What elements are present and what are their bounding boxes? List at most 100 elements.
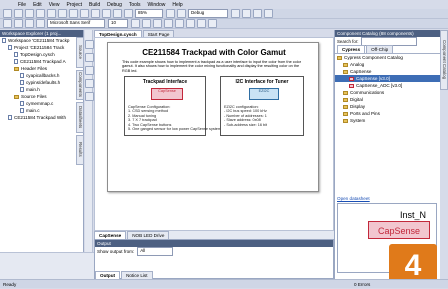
catalog-item[interactable]: System — [335, 117, 440, 124]
catalog-item[interactable]: CapSense [v3.0] — [335, 75, 440, 82]
catalog-item[interactable]: CapSense — [335, 68, 440, 75]
menu-item-edit[interactable]: Edit — [33, 2, 42, 8]
fill-color-icon[interactable] — [197, 19, 206, 28]
component-icon — [349, 76, 354, 81]
catalog-item[interactable]: Display — [335, 103, 440, 110]
schematic-canvas[interactable]: CE211584 Trackpad with Color Gamut This … — [94, 37, 334, 231]
catalog-tab-cypress[interactable]: Cypress — [337, 45, 366, 53]
debug-icon[interactable] — [242, 9, 251, 18]
line-tool-icon[interactable] — [85, 66, 94, 75]
workspace-item[interactable]: Project 'CE211584 Track — [0, 44, 83, 51]
menu-item-debug[interactable]: Debug — [107, 2, 122, 8]
wire-tool-icon[interactable] — [85, 53, 94, 62]
open-datasheet-link[interactable]: Open datasheet — [337, 196, 370, 201]
output-tab-output[interactable]: Output — [95, 271, 121, 279]
output-tab-notice-list[interactable]: Notice List — [121, 271, 153, 279]
pointer-tool-icon[interactable] — [85, 40, 94, 49]
menu-item-file[interactable]: File — [18, 2, 26, 8]
workspace-item[interactable]: Source Files — [0, 93, 83, 100]
open-icon[interactable] — [14, 9, 23, 18]
menu-item-tools[interactable]: Tools — [129, 2, 141, 8]
output-filter-row: Show output from: All — [95, 247, 333, 256]
side-tab-datasheets[interactable]: Datasheets — [76, 102, 84, 133]
side-tab-results[interactable]: Results — [76, 134, 84, 165]
save-all-icon[interactable] — [36, 9, 45, 18]
undo-icon[interactable] — [91, 9, 100, 18]
align-left-icon[interactable] — [164, 19, 173, 28]
schematic-title: CE211584 Trackpad with Color Gamut — [142, 48, 286, 57]
workspace-item[interactable]: Header Files — [0, 65, 83, 72]
workspace-item[interactable]: cymemmap.c — [0, 100, 83, 107]
text-tool-icon[interactable] — [85, 92, 94, 101]
show-output-select[interactable]: All — [137, 247, 174, 256]
zoom-select[interactable]: 85% — [135, 9, 163, 18]
i2c-interface-box: I2C Interface for Tuner EZI2C EZI2C conf… — [220, 76, 304, 136]
search-icon[interactable] — [113, 9, 122, 18]
page-tab-nob-led-drive[interactable]: NOB LED Drive — [127, 231, 170, 239]
catalog-side-tab[interactable]: Component Catalog — [440, 30, 448, 90]
save-icon[interactable] — [25, 9, 34, 18]
menu-item-window[interactable]: Window — [148, 2, 166, 8]
status-bar: Ready 0 Errors — [0, 279, 448, 288]
workspace-item[interactable]: TopDesign.cysch — [0, 51, 83, 58]
catalog-item[interactable]: Digital — [335, 96, 440, 103]
build-icon[interactable] — [177, 9, 186, 18]
catalog-item[interactable]: CapSense_ADC [v3.0] — [335, 82, 440, 89]
side-tab-components[interactable]: Components — [76, 69, 84, 100]
capsense-component[interactable]: CapSense — [151, 88, 183, 100]
explorer-bottom-area — [0, 252, 94, 279]
rect-tool-icon[interactable] — [85, 79, 94, 88]
catalog-item[interactable]: Cypress Component Catalog — [335, 54, 440, 61]
schematic-sheet: CE211584 Trackpad with Color Gamut This … — [107, 42, 319, 192]
workspace-item[interactable]: cyapicallbacks.h — [0, 72, 83, 79]
zoom-in-icon[interactable] — [124, 9, 133, 18]
workspace-item[interactable]: Workspace 'CE211584 Trackp — [0, 37, 83, 44]
side-tab-source[interactable]: Source — [76, 37, 84, 68]
workspace-header: Workspace Explorer (1 proj... — [0, 30, 83, 37]
align-center-icon[interactable] — [175, 19, 184, 28]
bold-icon[interactable] — [131, 19, 140, 28]
file-icon — [20, 87, 24, 93]
align-icon[interactable] — [264, 9, 273, 18]
align-right-icon[interactable] — [186, 19, 195, 28]
menu-item-help[interactable]: Help — [172, 2, 182, 8]
config-select[interactable]: Debug — [188, 9, 228, 18]
program-icon[interactable] — [231, 9, 240, 18]
underline-icon[interactable] — [153, 19, 162, 28]
wire-icon[interactable] — [14, 19, 23, 28]
file-icon — [8, 115, 12, 121]
zoom-out-icon[interactable] — [166, 9, 175, 18]
print-icon[interactable] — [47, 9, 56, 18]
workspace-item-label: Workspace 'CE211584 Trackp — [8, 38, 70, 43]
workspace-item[interactable]: CE211584 Trackpad With — [0, 114, 83, 121]
menu-item-view[interactable]: View — [49, 2, 60, 8]
select-icon[interactable] — [3, 19, 12, 28]
catalog-item[interactable]: Ports and Pins — [335, 110, 440, 117]
italic-icon[interactable] — [142, 19, 151, 28]
workspace-item[interactable]: main.c — [0, 107, 83, 114]
redo-icon[interactable] — [102, 9, 111, 18]
line-color-icon[interactable] — [208, 19, 217, 28]
font-select[interactable]: Microsoft Sans Serif — [47, 19, 105, 28]
workspace-item-label: main.c — [26, 108, 40, 113]
new-file-icon[interactable] — [3, 9, 12, 18]
cut-icon[interactable] — [58, 9, 67, 18]
ezi2c-component[interactable]: EZI2C — [249, 88, 279, 100]
page-tab-capsense[interactable]: CapSense — [94, 231, 127, 239]
font-size-select[interactable]: 10 — [108, 19, 128, 28]
pin-icon[interactable] — [25, 19, 34, 28]
workspace-item[interactable]: cypins/defaults.h — [0, 79, 83, 86]
step-icon[interactable] — [253, 9, 262, 18]
workspace-item[interactable]: main.h — [0, 86, 83, 93]
menu-item-build[interactable]: Build — [89, 2, 100, 8]
catalog-item[interactable]: Analog — [335, 61, 440, 68]
catalog-tab-off-chip[interactable]: Off-Chip — [366, 45, 394, 53]
paste-icon[interactable] — [80, 9, 89, 18]
catalog-item[interactable]: Communications — [335, 89, 440, 96]
menu-item-project[interactable]: Project — [66, 2, 82, 8]
text-icon[interactable] — [36, 19, 45, 28]
file-icon — [14, 52, 18, 58]
file-icon — [20, 73, 24, 79]
copy-icon[interactable] — [69, 9, 78, 18]
workspace-item[interactable]: CE211584 Trackpad A — [0, 58, 83, 65]
